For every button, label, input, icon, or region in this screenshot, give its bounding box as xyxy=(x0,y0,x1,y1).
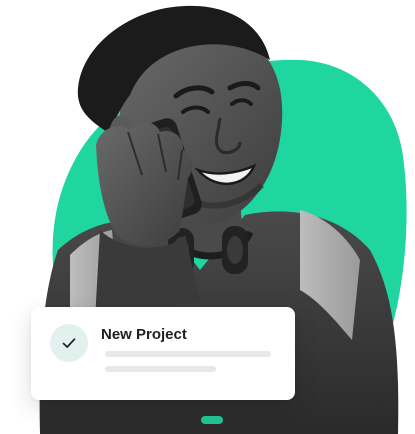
card-title: New Project xyxy=(101,326,187,343)
accent-dot xyxy=(201,416,223,424)
new-project-card[interactable]: New Project xyxy=(31,307,295,400)
placeholder-line xyxy=(105,351,271,357)
check-icon xyxy=(62,338,76,348)
hero-illustration: New Project xyxy=(0,0,415,434)
placeholder-line xyxy=(105,366,216,372)
check-badge xyxy=(50,324,88,362)
